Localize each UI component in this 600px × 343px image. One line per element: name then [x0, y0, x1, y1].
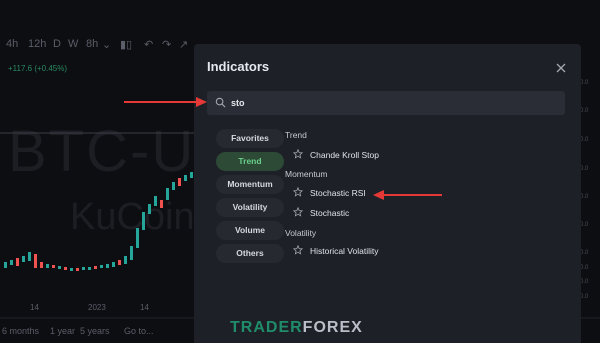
x-axis-label: 14 [140, 303, 149, 312]
range-1-year[interactable]: 1 year [50, 326, 75, 336]
candle [184, 175, 187, 181]
candle [52, 265, 55, 268]
star-icon[interactable] [293, 207, 303, 217]
range-5-years[interactable]: 5 years [80, 326, 110, 336]
candle [190, 172, 193, 178]
candle [70, 268, 73, 271]
candles [4, 172, 193, 271]
search-input[interactable] [231, 94, 551, 112]
annotation-arrow-search [124, 97, 207, 107]
y-axis-label: 0.0 [580, 137, 589, 143]
candle [34, 254, 37, 268]
candle [112, 262, 115, 267]
candle [106, 264, 109, 268]
candle [58, 266, 61, 269]
candle [130, 246, 133, 260]
indicator-name: Stochastic RSI [310, 188, 366, 198]
candle [142, 212, 145, 230]
candle [4, 262, 7, 268]
y-axis-label: 0.0 [580, 108, 589, 114]
candle [148, 204, 151, 214]
candle [94, 266, 97, 269]
y-axis-label: 0.0 [580, 250, 589, 256]
y-axis-label: 0.0 [580, 222, 589, 228]
y-axis-label: 0.0 [580, 166, 589, 172]
candle [178, 178, 181, 186]
candle [10, 260, 13, 265]
logo-part-2: FOREX [302, 319, 363, 336]
candle [22, 256, 25, 262]
group-heading-trend: Trend [285, 130, 307, 140]
y-axis-label: 0.0 [580, 265, 589, 271]
star-icon[interactable] [293, 187, 303, 197]
y-axis-label: 0.0 [580, 294, 589, 300]
candle [118, 260, 121, 265]
candle [124, 256, 127, 264]
search-box [207, 91, 565, 115]
group-heading-volatility: Volatility [285, 228, 317, 238]
indicator-name: Stochastic [310, 208, 350, 218]
candle [64, 267, 67, 270]
go-to-button[interactable]: Go to... [124, 326, 154, 336]
x-axis-label: 14 [30, 303, 39, 312]
range-6-months[interactable]: 6 months [2, 326, 39, 336]
group-heading-momentum: Momentum [285, 169, 328, 179]
star-icon[interactable] [293, 149, 303, 159]
y-axis-label: 0.0 [580, 194, 589, 200]
category-volatility[interactable]: Volatility [216, 198, 284, 217]
candle [28, 252, 31, 261]
traderforex-logo: TRADERFOREX [230, 319, 363, 337]
candle [40, 262, 43, 268]
x-axis-label: 2023 [88, 303, 106, 312]
candle [76, 268, 79, 271]
candle [82, 267, 85, 270]
category-others[interactable]: Others [216, 244, 284, 263]
candle [160, 200, 163, 208]
category-volume[interactable]: Volume [216, 221, 284, 240]
y-axis-label: 0.0 [580, 80, 589, 86]
annotation-arrow-stochastic-rsi [373, 190, 442, 200]
candle [136, 228, 139, 248]
candle [46, 264, 49, 268]
candle [166, 188, 169, 200]
candle [172, 182, 175, 190]
indicator-name: Chande Kroll Stop [310, 150, 379, 160]
star-icon[interactable] [293, 245, 303, 255]
candle [88, 267, 91, 270]
y-axis-label: 0.0 [580, 279, 589, 285]
close-icon[interactable] [555, 62, 567, 74]
category-trend[interactable]: Trend [216, 152, 284, 171]
candle [100, 265, 103, 268]
search-icon [215, 97, 226, 108]
candle [16, 258, 19, 266]
candle [154, 196, 157, 206]
category-momentum[interactable]: Momentum [216, 175, 284, 194]
indicator-name: Historical Volatility [310, 246, 379, 256]
logo-part-1: TRADER [230, 319, 303, 336]
dialog-title: Indicators [207, 59, 270, 74]
category-favorites[interactable]: Favorites [216, 129, 284, 148]
